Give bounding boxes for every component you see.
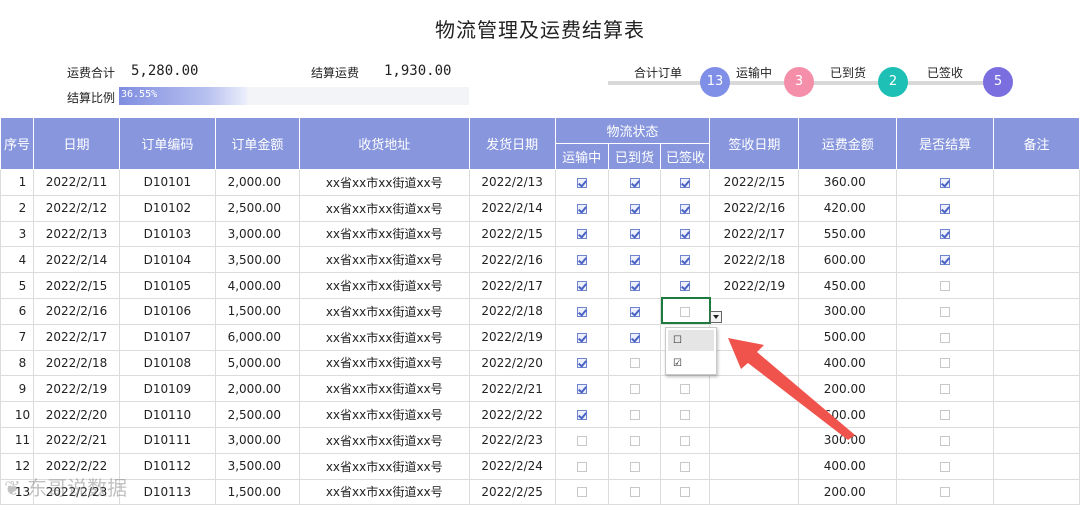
red-arrow-annotation (728, 338, 855, 440)
watermark-text: ❦ 东哥说数据 (4, 476, 128, 500)
arrow-shape (728, 338, 855, 440)
